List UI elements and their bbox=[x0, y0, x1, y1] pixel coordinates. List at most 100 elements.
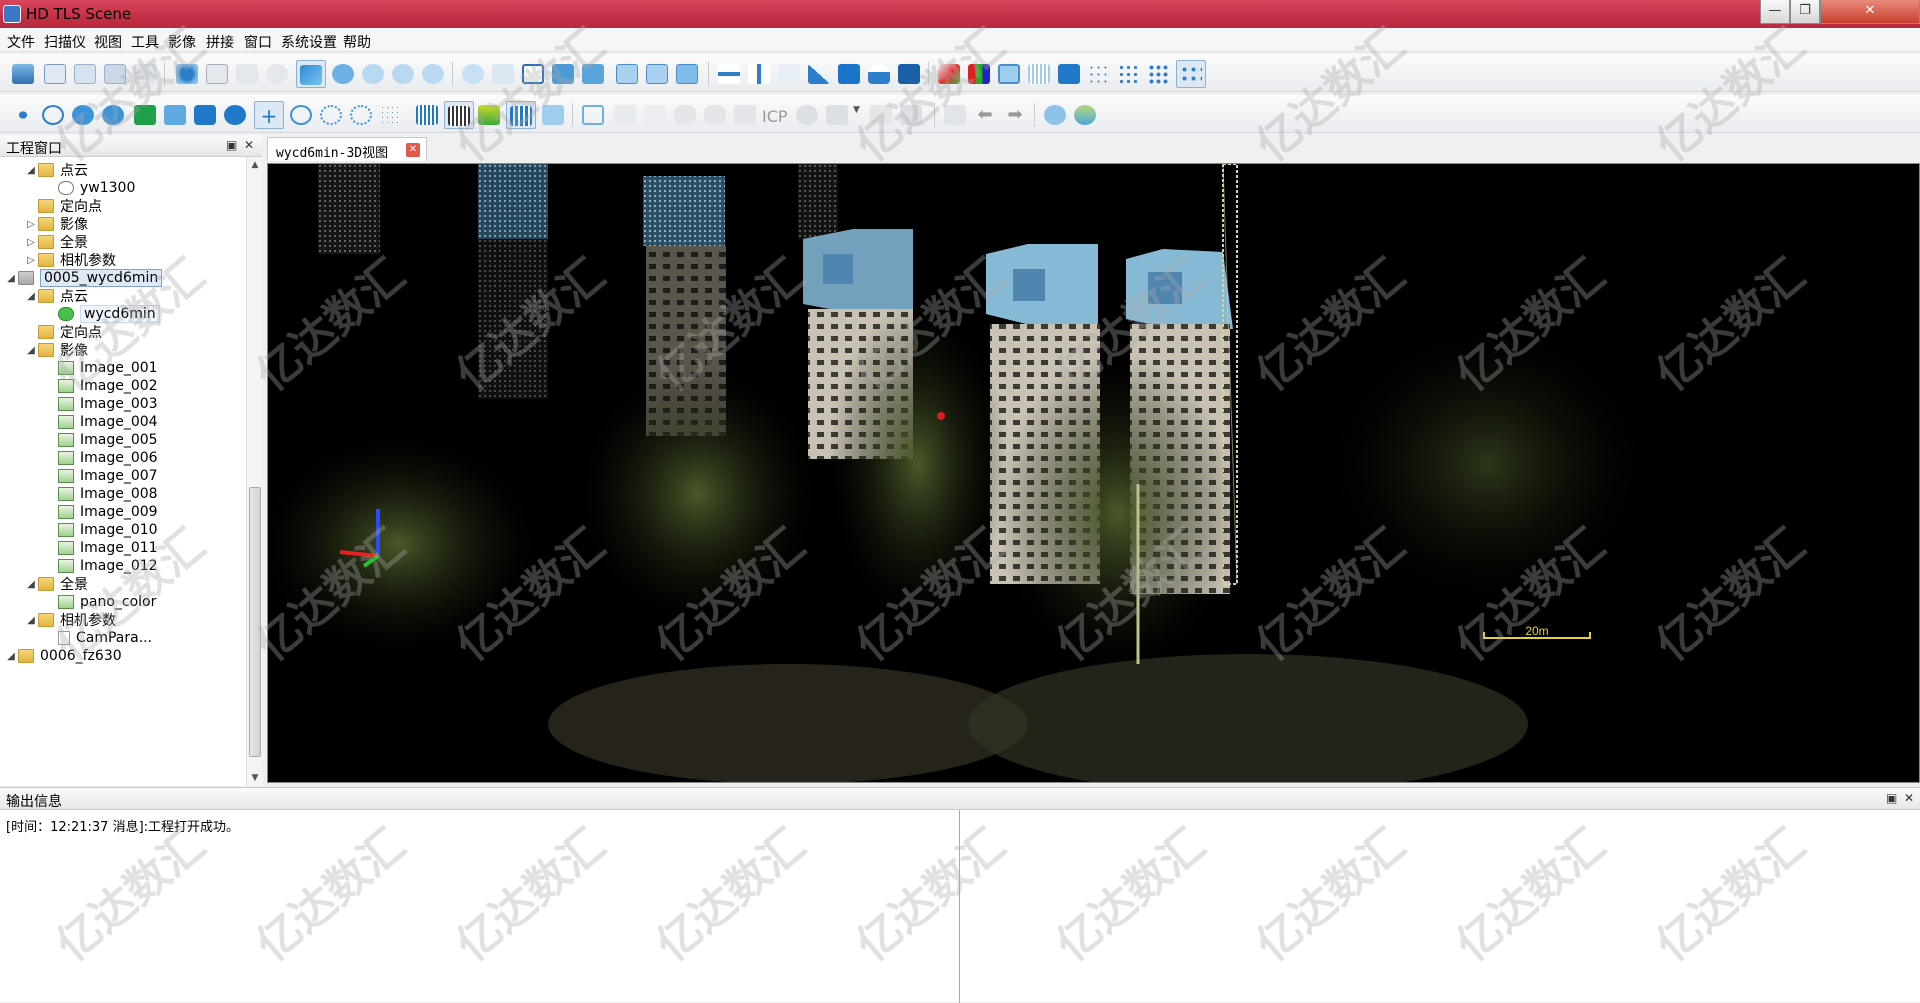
grid-color-button[interactable] bbox=[474, 101, 504, 129]
zoom-fit-button[interactable] bbox=[358, 60, 388, 88]
subtract-selection-button[interactable] bbox=[286, 101, 316, 129]
measure-volume-button[interactable] bbox=[864, 60, 894, 88]
measure-height-button[interactable] bbox=[744, 60, 774, 88]
select-all-button[interactable] bbox=[130, 101, 160, 129]
poly-select-button[interactable] bbox=[190, 101, 220, 129]
cube-side-button[interactable] bbox=[642, 60, 672, 88]
maximize-button[interactable]: ❐ bbox=[1790, 0, 1820, 24]
rotate-button[interactable] bbox=[328, 60, 358, 88]
open-project-button[interactable] bbox=[8, 60, 38, 88]
scroll-up-icon[interactable]: ▲ bbox=[247, 157, 263, 173]
point-pick-button[interactable] bbox=[8, 101, 38, 129]
scroll-down-icon[interactable]: ▼ bbox=[247, 770, 263, 786]
point-size-large-button[interactable] bbox=[1144, 60, 1174, 88]
mesh-button[interactable] bbox=[894, 60, 924, 88]
collapsed-arrow-icon[interactable]: ▷ bbox=[24, 255, 38, 266]
rect-select-button[interactable] bbox=[160, 101, 190, 129]
cube-select-button[interactable] bbox=[538, 101, 568, 129]
box-button[interactable] bbox=[578, 60, 608, 88]
grab-button[interactable] bbox=[700, 101, 730, 129]
fullscreen-button[interactable] bbox=[578, 101, 608, 129]
cross-section-button[interactable] bbox=[1054, 60, 1084, 88]
screenshot-button[interactable] bbox=[940, 101, 970, 129]
minimize-button[interactable]: — bbox=[1760, 0, 1790, 24]
select-mode-button[interactable] bbox=[296, 60, 326, 88]
tab-3d-view[interactable]: wycd6min-3D视图 ✕ bbox=[267, 137, 427, 161]
menu-image[interactable]: 影像 bbox=[168, 32, 196, 52]
menu-stitch[interactable]: 拼接 bbox=[206, 32, 234, 52]
measure-square-button[interactable] bbox=[834, 60, 864, 88]
texture-button[interactable] bbox=[1070, 101, 1100, 129]
menu-help[interactable]: 帮助 bbox=[343, 32, 371, 52]
menu-view[interactable]: 视图 bbox=[94, 32, 122, 52]
collapsed-arrow-icon[interactable]: ▷ bbox=[24, 237, 38, 248]
point-size-sparse-button[interactable] bbox=[1176, 60, 1206, 88]
lasso-select-button[interactable] bbox=[220, 101, 250, 129]
intensity-button[interactable] bbox=[994, 60, 1024, 88]
export-button[interactable] bbox=[866, 101, 896, 129]
tree-item[interactable]: ◢ 0006_fz630 bbox=[4, 645, 122, 667]
cube-top-button[interactable] bbox=[672, 60, 702, 88]
open-folder-button[interactable] bbox=[70, 60, 100, 88]
menu-settings[interactable]: 系统设置 bbox=[281, 32, 337, 52]
expanded-arrow-icon[interactable]: ◢ bbox=[4, 651, 18, 662]
add-point-button[interactable] bbox=[68, 101, 98, 129]
next-button[interactable]: ➡ bbox=[1000, 101, 1030, 129]
zoom-in-button[interactable] bbox=[418, 60, 448, 88]
tree-scrollbar[interactable]: ▲ ▼ bbox=[246, 157, 262, 786]
add-selection-button[interactable]: + bbox=[254, 101, 284, 129]
zoom-out-button[interactable] bbox=[388, 60, 418, 88]
measure-area-button[interactable] bbox=[804, 60, 834, 88]
point-cloud-viewport[interactable]: 20m bbox=[267, 163, 1920, 783]
previous-button[interactable]: ⬅ bbox=[970, 101, 1000, 129]
cube-front-button[interactable] bbox=[612, 60, 642, 88]
menu-tools[interactable]: 工具 bbox=[131, 32, 159, 52]
icp-button[interactable]: ICP bbox=[762, 107, 788, 126]
camera-button[interactable] bbox=[232, 60, 262, 88]
noise-button[interactable] bbox=[376, 101, 406, 129]
remove-point-button[interactable] bbox=[98, 101, 128, 129]
histogram-button[interactable] bbox=[1024, 60, 1054, 88]
menu-scanner[interactable]: 扫描仪 bbox=[44, 32, 86, 52]
target-button[interactable] bbox=[458, 60, 488, 88]
collapsed-arrow-icon[interactable]: ▷ bbox=[24, 219, 38, 230]
grid-medium-button[interactable] bbox=[444, 101, 474, 129]
save-button[interactable] bbox=[100, 60, 130, 88]
pan-button[interactable] bbox=[670, 101, 700, 129]
sphere-view-button[interactable] bbox=[1040, 101, 1070, 129]
clock-button[interactable] bbox=[262, 60, 292, 88]
float-panel-icon[interactable]: ▣ bbox=[226, 138, 237, 152]
register-button[interactable] bbox=[792, 101, 822, 129]
measure-angle-button[interactable] bbox=[774, 60, 804, 88]
dotted-select-button[interactable] bbox=[316, 101, 346, 129]
expanded-arrow-icon[interactable]: ◢ bbox=[24, 345, 38, 356]
point-size-medium-button[interactable] bbox=[1114, 60, 1144, 88]
new-file-button[interactable] bbox=[40, 60, 70, 88]
menu-file[interactable]: 文件 bbox=[7, 32, 35, 52]
save-view-dropdown[interactable]: ▼ bbox=[850, 101, 864, 129]
color-bars-button[interactable] bbox=[964, 60, 994, 88]
point-size-small-button[interactable] bbox=[1084, 60, 1114, 88]
pointer-button[interactable] bbox=[730, 101, 760, 129]
axis-button[interactable] bbox=[488, 60, 518, 88]
plane-fit-button[interactable] bbox=[548, 60, 578, 88]
expanded-arrow-icon[interactable]: ◢ bbox=[24, 579, 38, 590]
vertical-text-button[interactable] bbox=[640, 101, 670, 129]
expanded-arrow-icon[interactable]: ◢ bbox=[24, 165, 38, 176]
expanded-arrow-icon[interactable]: ◢ bbox=[4, 273, 18, 284]
view-3d-button[interactable] bbox=[202, 60, 232, 88]
output-log[interactable]: [时间：12:21:37 消息]:工程打开成功。 bbox=[0, 810, 960, 1003]
tab-close-icon[interactable]: ✕ bbox=[406, 143, 420, 157]
float-panel-icon[interactable]: ▣ bbox=[1886, 791, 1897, 805]
report-button[interactable] bbox=[896, 101, 926, 129]
grid-fine-button[interactable] bbox=[412, 101, 442, 129]
close-panel-icon[interactable]: ✕ bbox=[244, 138, 254, 152]
close-button[interactable]: ✕ bbox=[1820, 0, 1920, 24]
output-detail[interactable] bbox=[962, 810, 1920, 1003]
search-button[interactable] bbox=[38, 101, 68, 129]
grid-coarse-button[interactable] bbox=[506, 101, 536, 129]
measure-distance-button[interactable] bbox=[714, 60, 744, 88]
scan-station-button[interactable] bbox=[172, 60, 202, 88]
expanded-arrow-icon[interactable]: ◢ bbox=[24, 291, 38, 302]
color-z-button[interactable] bbox=[934, 60, 964, 88]
